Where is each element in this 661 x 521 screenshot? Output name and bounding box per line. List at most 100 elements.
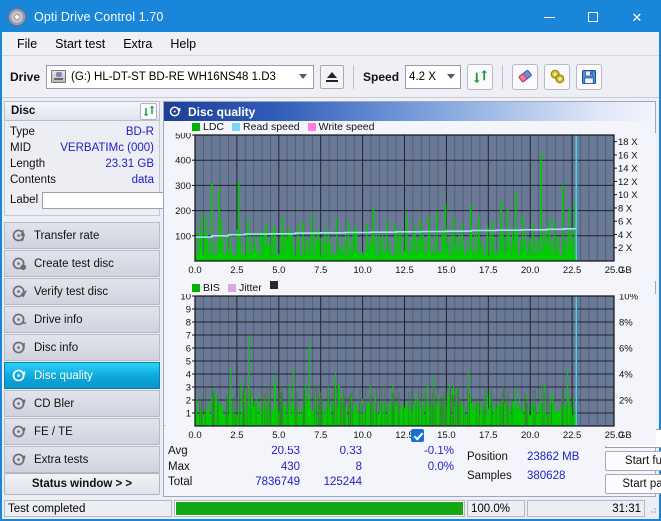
legend-swatch <box>192 123 200 131</box>
disc-field-type-value: BD-R <box>125 126 154 138</box>
total-ldc-value: 7836749 <box>255 476 300 489</box>
svg-text:200: 200 <box>175 206 191 217</box>
progress-fill <box>176 502 463 515</box>
row-label-total: Total <box>168 476 193 489</box>
svg-text:500: 500 <box>175 133 191 142</box>
top-chart-legend: LDC Read speed Write speed <box>166 121 653 133</box>
speed-label: Speed <box>363 69 400 84</box>
refresh-icon <box>473 69 487 84</box>
svg-text:0.0: 0.0 <box>188 265 201 276</box>
avg-ldc-value: 20.53 <box>271 445 300 458</box>
svg-text:400: 400 <box>175 156 191 167</box>
svg-text:20.0: 20.0 <box>521 265 540 276</box>
minimize-icon <box>543 16 555 18</box>
readout-samples: Samples 380628 <box>467 466 599 485</box>
disc-field-mid-label: MID <box>10 142 32 154</box>
panel-title: Disc quality <box>188 104 256 119</box>
top-chart[interactable]: 500 400 300 200 100 18 X 16 X 14 X 12 X 10 X 8 X 6 … <box>166 133 656 281</box>
speed-select[interactable]: 4.2 X <box>405 64 462 89</box>
svg-text:GB: GB <box>618 265 632 276</box>
create-test-disc-icon <box>12 257 27 271</box>
refresh-icon <box>143 105 154 117</box>
settings-button[interactable] <box>544 63 571 90</box>
sidebar-item-create-test-disc[interactable]: Create test disc <box>4 250 160 277</box>
bottom-chart[interactable]: 10 9 8 7 6 5 4 3 2 1 10% 8% 6% 4% 2% 0.0 2.5 5.0 7.5 10.0 12… <box>166 294 656 446</box>
chevron-down-icon <box>299 74 308 79</box>
jitter-checkbox[interactable] <box>411 429 425 443</box>
sidebar-item-label: Extra tests <box>34 453 89 466</box>
menu-help[interactable]: Help <box>161 34 205 54</box>
sidebar-item-disc-info[interactable]: Disc info <box>4 334 160 361</box>
status-bar: Test completed 100.0% 31:31 <box>2 499 659 519</box>
bottom-chart-legend: BIS Jitter <box>166 280 653 294</box>
legend-jitter: Jitter <box>227 282 262 294</box>
app-disc-icon <box>8 8 26 26</box>
svg-text:0.0: 0.0 <box>188 430 201 441</box>
cd-bler-icon <box>12 397 26 410</box>
resize-grip-icon[interactable] <box>647 504 657 514</box>
position-value: 23862 MB <box>527 450 580 463</box>
svg-text:16 X: 16 X <box>618 150 638 161</box>
sidebar-item-label: Verify test disc <box>34 285 109 298</box>
row-label-max: Max <box>168 460 190 473</box>
sidebar-item-drive-info[interactable]: Drive info <box>4 306 160 333</box>
sidebar-item-label: Disc quality <box>34 369 93 382</box>
drive-info-icon <box>12 313 27 326</box>
title-bar: Opti Drive Control 1.70 ✕ <box>2 2 659 32</box>
menu-start-test[interactable]: Start test <box>46 34 114 54</box>
disc-field-mid-value: VERBATIMc (000) <box>60 142 154 154</box>
disc-quality-icon <box>169 106 181 117</box>
row-label-avg: Avg <box>168 445 188 458</box>
drive-select-value: (G:) HL-DT-ST BD-RE WH16NS48 1.D3 <box>71 70 276 83</box>
sidebar-item-disc-quality[interactable]: Disc quality <box>4 362 160 389</box>
disc-label-caption: Label <box>10 194 39 206</box>
disc-refresh-button[interactable] <box>140 102 157 120</box>
eject-button[interactable] <box>320 64 345 89</box>
start-full-button[interactable]: Start full <box>605 451 661 471</box>
svg-text:17.5: 17.5 <box>479 430 498 441</box>
svg-text:20.0: 20.0 <box>521 430 540 441</box>
refresh-button[interactable] <box>467 63 494 90</box>
start-part-button[interactable]: Start part <box>605 474 661 494</box>
svg-text:6 X: 6 X <box>618 217 633 228</box>
sidebar-item-cd-bler[interactable]: CD Bler <box>4 390 160 417</box>
close-icon: ✕ <box>631 9 643 25</box>
svg-text:6%: 6% <box>619 344 633 355</box>
status-window-button[interactable]: Status window > > <box>4 473 160 495</box>
minimize-button[interactable] <box>527 2 571 32</box>
menu-file[interactable]: File <box>8 34 46 54</box>
disc-field-contents: Contents data <box>10 172 154 188</box>
legend-read-speed: Read speed <box>232 121 300 133</box>
svg-text:18 X: 18 X <box>618 137 638 148</box>
window-controls: ✕ <box>527 2 659 32</box>
disc-quality-icon <box>12 369 26 382</box>
svg-text:10.0: 10.0 <box>353 430 372 441</box>
legend-label: Write speed <box>318 121 375 133</box>
maximize-button[interactable] <box>571 2 615 32</box>
svg-text:14 X: 14 X <box>618 164 638 175</box>
samples-label: Samples <box>467 469 512 482</box>
save-button[interactable] <box>576 63 603 90</box>
svg-text:8: 8 <box>186 318 191 329</box>
legend-bis: BIS <box>192 282 220 294</box>
svg-text:7: 7 <box>186 331 191 342</box>
sidebar-item-fe-te[interactable]: FE / TE <box>4 418 160 445</box>
sidebar-item-transfer-rate[interactable]: Transfer rate <box>4 222 160 249</box>
svg-text:8%: 8% <box>619 318 633 329</box>
menu-extra[interactable]: Extra <box>114 34 161 54</box>
disc-field-length: Length 23.31 GB <box>10 156 154 172</box>
legend-label: Read speed <box>243 121 300 133</box>
disc-field-mid: MID VERBATIMc (000) <box>10 140 154 156</box>
svg-text:4: 4 <box>186 370 191 381</box>
max-bis-value: 8 <box>355 460 362 473</box>
svg-text:5.0: 5.0 <box>272 265 285 276</box>
drive-select[interactable]: (G:) HL-DT-ST BD-RE WH16NS48 1.D3 <box>46 64 315 89</box>
sidebar-item-extra-tests[interactable]: Extra tests <box>4 446 160 473</box>
erase-button[interactable] <box>512 63 539 90</box>
disc-field-contents-value: data <box>131 174 154 186</box>
window-title: Opti Drive Control 1.70 <box>34 10 164 24</box>
close-button[interactable]: ✕ <box>615 2 659 32</box>
disc-field-type-label: Type <box>10 126 35 138</box>
sidebar-item-verify-test-disc[interactable]: Verify test disc <box>4 278 160 305</box>
menu-bar: File Start test Extra Help <box>2 32 659 56</box>
